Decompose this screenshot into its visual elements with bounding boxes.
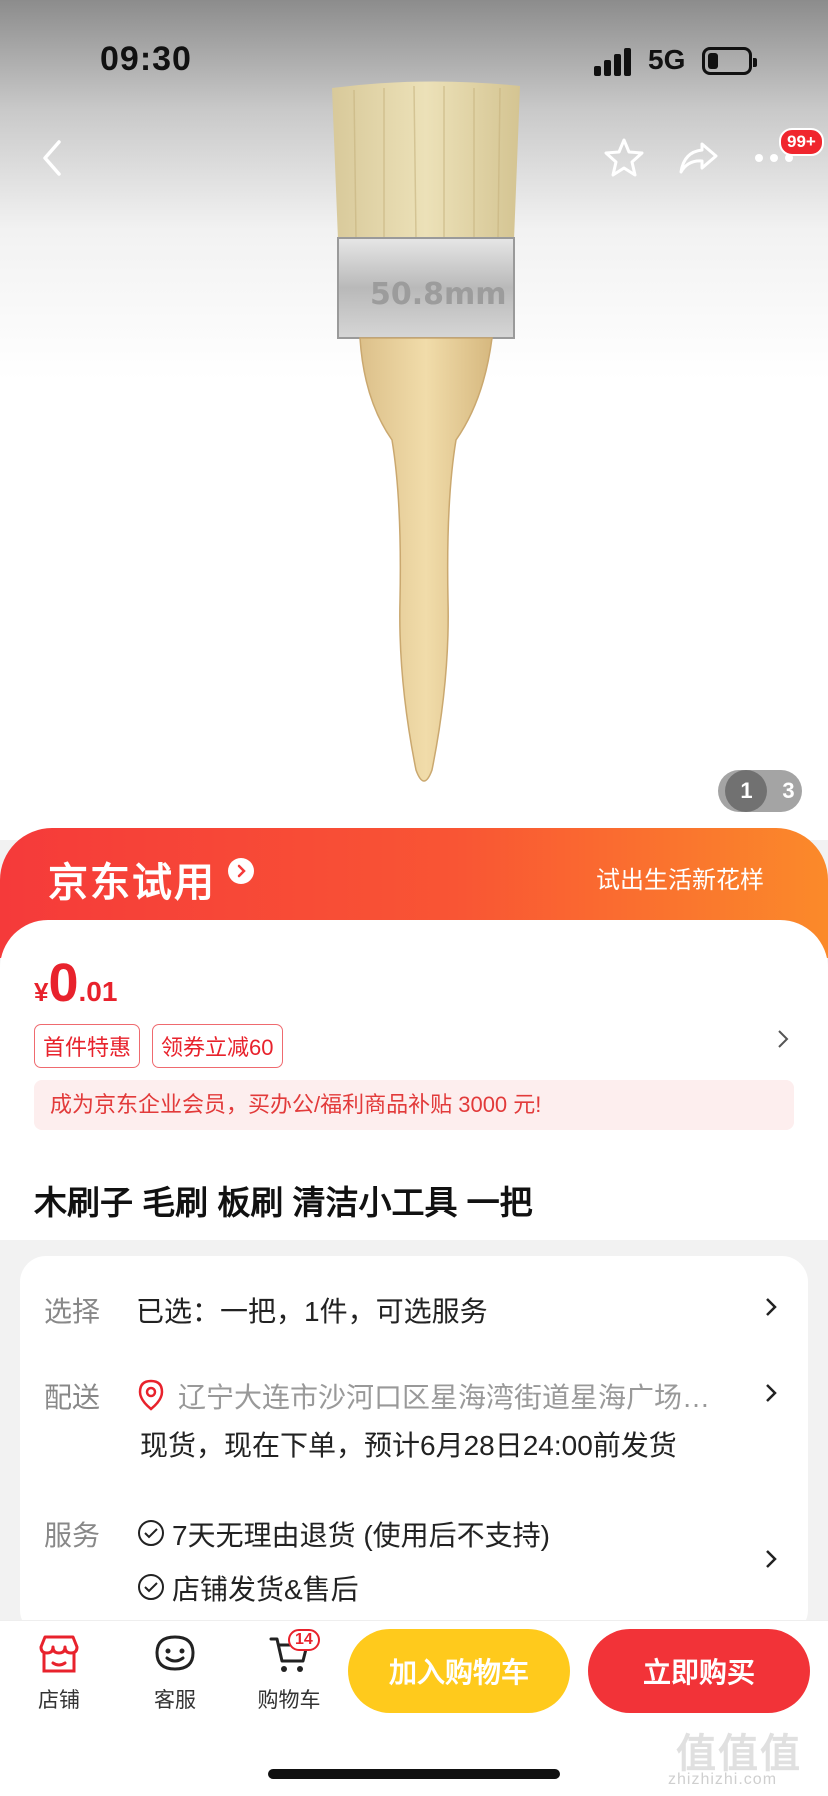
customer-service-button[interactable]: 客服: [130, 1633, 220, 1714]
promo-tags[interactable]: 首件特惠 领券立减60: [34, 1024, 283, 1068]
delivery-eta: 现货，现在下单，预计6月28日24:00前发货: [140, 1430, 677, 1461]
network-type: 5G: [648, 44, 686, 75]
pager-total: 3: [782, 778, 795, 803]
paint-brush-image: 50.8mm: [332, 81, 520, 782]
price-decimal: .01: [78, 976, 118, 1007]
image-pager: 1 3: [718, 770, 802, 812]
favorite-button[interactable]: [594, 128, 654, 188]
star-icon: [604, 138, 644, 177]
back-button[interactable]: [22, 128, 82, 188]
add-to-cart-button[interactable]: 加入购物车: [348, 1629, 570, 1713]
watermark-url: zhizhizhi.com: [668, 1771, 778, 1788]
tag-first-order[interactable]: 首件特惠: [34, 1024, 141, 1068]
customer-service-label: 客服: [154, 1689, 196, 1712]
pager-current: 1: [725, 770, 768, 812]
home-indicator[interactable]: [268, 1769, 560, 1779]
trial-banner-title: 京东试用: [48, 861, 216, 905]
cart-label: 购物车: [257, 1689, 321, 1712]
price-currency: ¥: [34, 977, 49, 1007]
cart-count-badge: 14: [288, 1629, 320, 1651]
chevron-left-icon: [43, 140, 61, 176]
service-return-policy: 7天无理由退货 (使用后不支持): [172, 1520, 551, 1551]
selected-spec[interactable]: 已选：一把，1件，可选服务: [136, 1290, 488, 1330]
chevron-right-icon[interactable]: [764, 1548, 778, 1570]
chevron-right-icon[interactable]: [764, 1382, 778, 1404]
check-circle-icon: [138, 1574, 164, 1600]
trial-banner-slogan: 试出生活新花样: [596, 867, 764, 894]
price-section: ¥0.01 首件特惠 领券立减60 成为京东企业会员，买办公/福利商品补贴 30…: [0, 920, 828, 1240]
enterprise-promo-banner[interactable]: 成为京东企业会员，买办公/福利商品补贴 3000 元!: [34, 1080, 794, 1130]
bottom-action-bar: 店铺 客服 购物车 14 加入购物车 立即购买 值值值 zhizhizhi.co…: [0, 1620, 828, 1796]
store-label: 店铺: [38, 1689, 80, 1712]
product-title: 木刷子 毛刷 板刷 清洁小工具 一把: [34, 1184, 533, 1221]
service-store-shipping: 店铺发货&售后: [172, 1574, 359, 1605]
store-button[interactable]: 店铺: [14, 1633, 104, 1714]
smiley-service-icon: [155, 1635, 195, 1671]
status-time: 09:30: [100, 40, 192, 78]
signal-icon: [594, 46, 634, 76]
svg-text:50.8mm: 50.8mm: [370, 277, 507, 312]
notification-badge: 99+: [779, 128, 824, 156]
chevron-right-icon[interactable]: [776, 1028, 790, 1050]
chevron-right-circle-icon: [228, 858, 254, 884]
product-price: ¥0.01: [34, 952, 117, 1014]
chevron-right-icon[interactable]: [764, 1296, 778, 1318]
buy-now-button[interactable]: 立即购买: [588, 1629, 810, 1713]
price-integer: 0: [48, 953, 79, 1013]
store-icon: [39, 1635, 79, 1673]
product-image-gallery[interactable]: 09:30 5G 50.8mm 99+ 1 3: [0, 0, 828, 840]
battery-icon: [702, 47, 757, 75]
tag-coupon[interactable]: 领券立减60: [152, 1024, 283, 1068]
delivery-address[interactable]: 辽宁大连市沙河口区星海湾街道星海广场…: [178, 1376, 710, 1416]
check-circle-icon: [138, 1520, 164, 1546]
product-options-card: 选择 已选：一把，1件，可选服务 配送 辽宁大连市沙河口区星海湾街道星海广场… …: [20, 1256, 808, 1636]
share-icon: [679, 142, 718, 174]
location-pin-icon: [138, 1379, 164, 1411]
service-label: 服务: [44, 1520, 101, 1551]
share-button[interactable]: [668, 128, 728, 188]
select-label: 选择: [44, 1296, 101, 1327]
delivery-label: 配送: [44, 1382, 101, 1413]
